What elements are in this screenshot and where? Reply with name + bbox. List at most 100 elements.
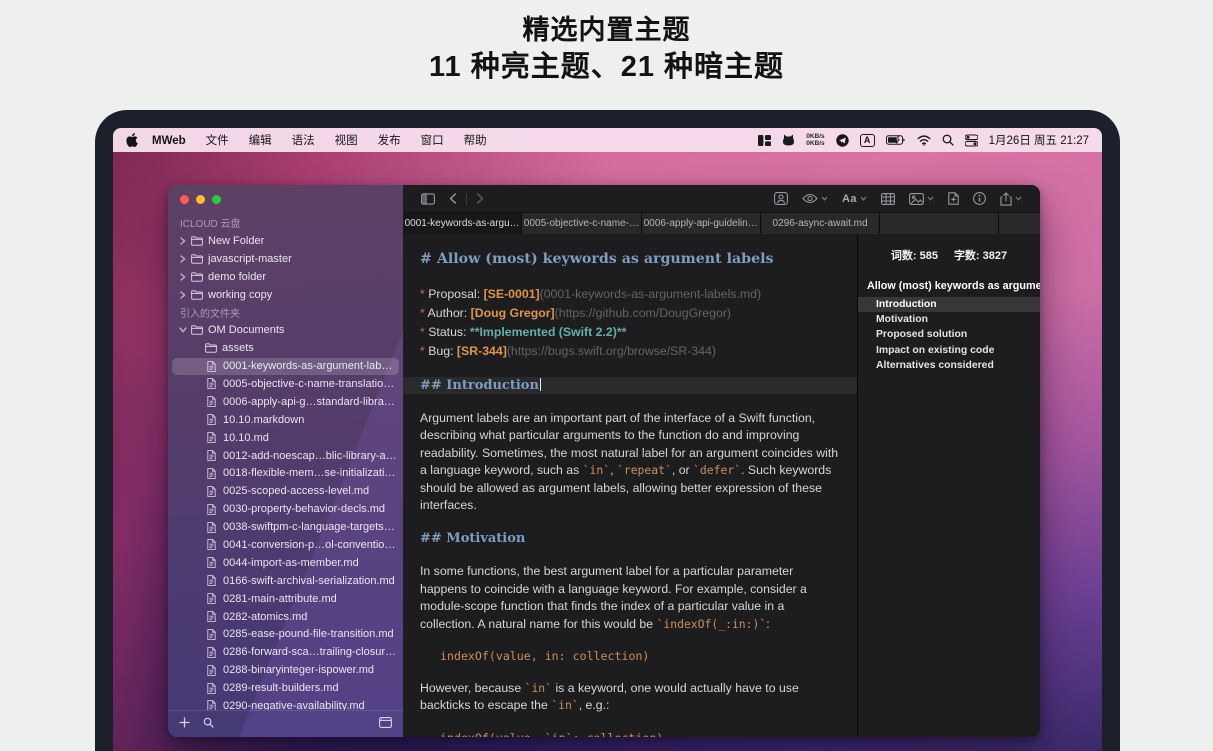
editor-paragraph[interactable]: In some functions, the best argument lab… (420, 563, 840, 633)
outline-item[interactable]: Introduction (858, 297, 1040, 312)
cat-app-icon[interactable] (782, 134, 795, 146)
input-source-icon[interactable]: A (860, 134, 875, 147)
preview-eye-icon[interactable] (795, 193, 835, 204)
sidebar-file-item[interactable]: 0281-main-attribute.md (168, 590, 403, 608)
sidebar-file-item[interactable]: 0285-ease-pound-file-transition.md (168, 625, 403, 643)
toolbar: Aa (403, 185, 1040, 212)
sidebar-file-item[interactable]: 10.10.md (168, 429, 403, 447)
telegram-icon[interactable] (836, 134, 849, 147)
markdown-editor[interactable]: # Allow (most) keywords as argument labe… (403, 234, 857, 737)
menu-item-3[interactable]: 语法 (282, 135, 325, 147)
macos-menu-bar: MWeb文件编辑语法视图发布窗口帮助 0KB/s 0KB/s (113, 128, 1102, 152)
tab-0[interactable]: 0001-keywords-as-argu… (403, 213, 522, 234)
menu-item-5[interactable]: 发布 (368, 135, 411, 147)
outline-item[interactable]: Motivation (858, 312, 1040, 327)
share-icon[interactable] (993, 192, 1029, 206)
document-icon (204, 611, 219, 622)
battery-icon[interactable] (886, 135, 906, 145)
add-icon[interactable] (179, 715, 190, 733)
sidebar-item-label: 0018-flexible-mem…se-initialization.md (223, 467, 397, 479)
outline-item[interactable]: Alternatives considered (858, 358, 1040, 373)
tab-2[interactable]: 0006-apply-api-guidelin… (642, 213, 761, 234)
menu-item-1[interactable]: 文件 (196, 135, 239, 147)
sidebar-file-item[interactable]: 0005-objective-c-name-translation.md (168, 375, 403, 393)
sidebar-file-item[interactable]: 0282-atomics.md (168, 608, 403, 626)
sidebar-file-item[interactable]: 0025-scoped-access-level.md (168, 482, 403, 500)
outline-document-title[interactable]: Allow (most) keywords as argume… (858, 263, 1040, 297)
editor-list-line[interactable]: * Bug: [SR-344](https://bugs.swift.org/b… (420, 342, 840, 361)
contacts-icon[interactable] (767, 192, 795, 205)
network-speed[interactable]: 0KB/s 0KB/s (806, 133, 824, 147)
editor-paragraph[interactable]: Argument labels are an important part of… (420, 410, 840, 514)
sidebar-item-label: New Folder (208, 235, 264, 247)
tab-3[interactable]: 0296-async-await.md (761, 213, 880, 234)
sidebar-file-item[interactable]: 0006-apply-api-g…standard-library.md (168, 393, 403, 411)
sidebar-folder-item[interactable]: OM Documents (168, 321, 403, 339)
sidebar-folder-item[interactable]: working copy (168, 286, 403, 304)
menu-item-6[interactable]: 窗口 (411, 135, 454, 147)
table-icon[interactable] (874, 193, 902, 205)
sidebar-section-header: 引入的文件夹 (168, 303, 403, 321)
window-tiling-icon[interactable] (758, 135, 771, 146)
control-center-icon[interactable] (965, 134, 978, 147)
sidebar-file-item[interactable]: 0289-result-builders.md (168, 679, 403, 697)
menu-item-4[interactable]: 视图 (325, 135, 368, 147)
apple-menu-icon[interactable] (126, 133, 142, 147)
sidebar-file-item[interactable]: 0286-forward-sca…trailing-closures.md (168, 643, 403, 661)
sidebar-folder-item[interactable]: javascript-master (168, 250, 403, 268)
minimize-button[interactable] (196, 195, 205, 204)
close-button[interactable] (180, 195, 189, 204)
sidebar-file-item[interactable]: 0288-binaryinteger-ispower.md (168, 661, 403, 679)
sidebar-toggle-icon[interactable] (414, 193, 442, 205)
sidebar-file-item[interactable]: 0001-keywords-as-argument-labels.md (168, 357, 403, 375)
editor-heading-line[interactable]: ## Introduction (403, 377, 857, 394)
wifi-icon[interactable] (917, 135, 931, 146)
new-document-icon[interactable] (941, 192, 966, 205)
image-icon[interactable] (902, 193, 941, 205)
editor-text-segment: Proposal: (428, 287, 483, 301)
zoom-button[interactable] (212, 195, 221, 204)
outline-item[interactable]: Proposed solution (858, 327, 1040, 342)
back-icon[interactable] (442, 193, 464, 204)
editor-text-segment: * (420, 287, 428, 301)
editor-code-block[interactable]: indexOf(value, `in`: collection) (420, 731, 840, 737)
forward-icon[interactable] (469, 193, 491, 204)
menu-item-7[interactable]: 帮助 (454, 135, 497, 147)
sidebar-file-item[interactable]: 0290-negative-availability.md (168, 697, 403, 710)
hero-title-line1: 精选内置主题 (0, 12, 1213, 48)
editor-text-segment: (https://github.com/DougGregor) (555, 306, 731, 320)
sidebar-file-item[interactable]: 0041-conversion-p…ol-conventions.md (168, 536, 403, 554)
editor-text-segment: However, because (420, 681, 525, 695)
sidebar-file-item[interactable]: 10.10.markdown (168, 411, 403, 429)
search-icon[interactable] (942, 134, 954, 146)
outline-item[interactable]: Impact on existing code (858, 343, 1040, 358)
folder-icon (189, 325, 204, 335)
sidebar-folder-item[interactable]: assets (168, 339, 403, 357)
sidebar-item-label: 0288-binaryinteger-ispower.md (223, 664, 374, 676)
editor-heading-line[interactable]: # Allow (most) keywords as argument labe… (420, 250, 840, 268)
editor-text-segment: Status: (428, 325, 470, 339)
editor-code-block[interactable]: indexOf(value, in: collection) (420, 649, 840, 664)
editor-list-line[interactable]: * Status: **Implemented (Swift 2.2)** (420, 323, 840, 342)
editor-list-line[interactable]: * Proposal: [SE-0001](0001-keywords-as-a… (420, 285, 840, 304)
sidebar-folder-item[interactable]: New Folder (168, 232, 403, 250)
sidebar-file-item[interactable]: 0038-swiftpm-c-language-targets.md (168, 518, 403, 536)
editor-list-line[interactable]: * Author: [Doug Gregor](https://github.c… (420, 304, 840, 323)
editor-list-block[interactable]: * Proposal: [SE-0001](0001-keywords-as-a… (420, 285, 840, 361)
info-icon[interactable] (966, 192, 993, 205)
search-icon[interactable] (203, 715, 214, 733)
sidebar-file-item[interactable]: 0166-swift-archival-serialization.md (168, 572, 403, 590)
menu-bar-clock[interactable]: 1月26日 周五 21:27 (989, 132, 1089, 148)
text-format-icon[interactable]: Aa (835, 193, 874, 205)
sidebar-file-item[interactable]: 0030-property-behavior-decls.md (168, 500, 403, 518)
editor-heading-line[interactable]: ## Motivation (420, 530, 840, 547)
panel-icon[interactable] (379, 715, 392, 733)
sidebar-file-item[interactable]: 0012-add-noescap…blic-library-api.md (168, 447, 403, 465)
sidebar-file-item[interactable]: 0044-import-as-member.md (168, 554, 403, 572)
menu-item-0[interactable]: MWeb (142, 135, 196, 147)
menu-item-2[interactable]: 编辑 (239, 135, 282, 147)
sidebar-file-item[interactable]: 0018-flexible-mem…se-initialization.md (168, 464, 403, 482)
editor-paragraph[interactable]: However, because `in` is a keyword, one … (420, 680, 840, 715)
sidebar-folder-item[interactable]: demo folder (168, 268, 403, 286)
tab-1[interactable]: 0005-objective-c-name-… (522, 213, 641, 234)
